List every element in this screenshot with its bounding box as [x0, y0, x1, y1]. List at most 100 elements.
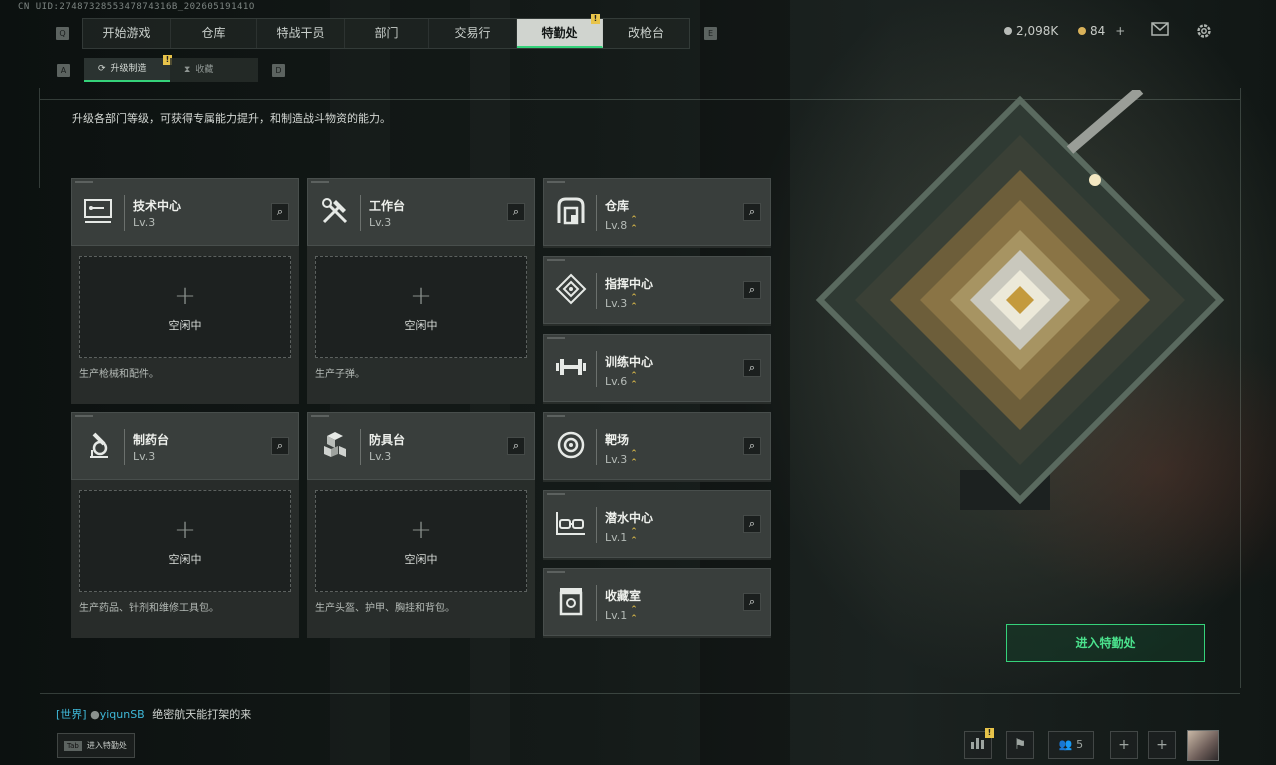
pharmacy-icon [82, 428, 116, 462]
subtab-prev-key[interactable]: A [57, 64, 70, 77]
nav-prev-key[interactable]: Q [56, 27, 69, 40]
search-icon[interactable]: ⌕ [507, 437, 525, 455]
header-divider [596, 507, 597, 543]
card-corner-mark [547, 493, 565, 495]
card-header[interactable]: 训练中心 Lv.6 ⌃ ⌃ ⌕ [543, 334, 771, 402]
card-corner-mark [547, 415, 565, 417]
search-icon[interactable]: ⌕ [743, 515, 761, 533]
chat-username[interactable]: yiqunSB [100, 708, 145, 721]
craft-slot-empty[interactable]: + 空闲中 [315, 490, 527, 592]
tab-trading[interactable]: 交易行 [429, 19, 517, 48]
tab-warehouse[interactable]: 仓库 [171, 19, 257, 48]
craft-slot-empty[interactable]: + 空闲中 [79, 256, 291, 358]
craft-icon: ⟳ [98, 64, 106, 74]
department-level: Lv.6 ⌃ ⌃ [605, 372, 638, 390]
upgrade-arrow-icon: ⌃ ⌃ [630, 527, 638, 546]
chat-message: 绝密航天能打架的来 [152, 708, 252, 721]
search-icon[interactable]: ⌕ [271, 203, 289, 221]
workbench-name: 技术中心 [133, 199, 182, 213]
search-icon[interactable]: ⌕ [743, 203, 761, 221]
department-card-diving-center[interactable]: 潜水中心 Lv.1 ⌃ ⌃ ⌕ [543, 490, 771, 560]
department-card-shooting-range[interactable]: 靶场 Lv.3 ⌃ ⌃ ⌕ [543, 412, 771, 482]
frame-line-left [39, 88, 40, 188]
tab-gunsmith[interactable]: 改枪台 [603, 19, 689, 48]
header-divider [596, 429, 597, 465]
tech-center-icon [82, 194, 116, 228]
tab-start-game[interactable]: 开始游戏 [83, 19, 171, 48]
world-chat-message[interactable]: [世界] ●yiqunSB 绝密航天能打架的来 [56, 706, 251, 722]
workbench-note: 生产头盔、护甲、胸挂和背包。 [315, 603, 455, 614]
friends-button[interactable]: 👥 5 [1048, 731, 1094, 759]
stats-alert-badge: ! [985, 728, 994, 738]
department-card-warehouse[interactable]: 仓库 Lv.8 ⌃ ⌃ ⌕ [543, 178, 771, 248]
craft-slot-empty[interactable]: + 空闲中 [315, 256, 527, 358]
card-header[interactable]: 工作台 Lv.3 ⌕ [307, 178, 535, 246]
card-header[interactable]: 制药台 Lv.3 ⌕ [71, 412, 299, 480]
workbench-card-pharmacy[interactable]: 制药台 Lv.3 ⌕ + 空闲中 生产药品、针剂和维修工具包。 [71, 412, 299, 638]
top-nav: 开始游戏 仓库 特战干员 部门 交易行 特勤处 ! 改枪台 [82, 14, 690, 49]
department-card-collection-room[interactable]: 收藏室 Lv.1 ⌃ ⌃ ⌕ [543, 568, 771, 638]
subtab-collection[interactable]: ⧗ 收藏 [170, 58, 258, 82]
card-header[interactable]: 收藏室 Lv.1 ⌃ ⌃ ⌕ [543, 568, 771, 636]
stats-icon[interactable]: ! [964, 728, 994, 759]
card-header[interactable]: 靶场 Lv.3 ⌃ ⌃ ⌕ [543, 412, 771, 480]
department-card-training-center[interactable]: 训练中心 Lv.6 ⌃ ⌃ ⌕ [543, 334, 771, 404]
add-teammate-button[interactable]: + [1148, 731, 1176, 759]
department-name: 收藏室 [605, 589, 642, 603]
special-ops-cube-artwork [810, 86, 1230, 510]
nav-next-key[interactable]: E [704, 27, 717, 40]
level-text: Lv.1 [605, 608, 628, 622]
workbench-level: Lv.3 [369, 450, 391, 463]
department-level: Lv.3 ⌃ ⌃ [605, 294, 638, 312]
slot-status: 空闲中 [404, 319, 438, 332]
tab-operators[interactable]: 特战干员 [257, 19, 345, 48]
search-icon[interactable]: ⌕ [507, 203, 525, 221]
level-text: Lv.3 [605, 452, 628, 466]
search-icon[interactable]: ⌕ [743, 359, 761, 377]
currency-tokens[interactable]: 84 + [1078, 24, 1125, 38]
enter-special-ops-button[interactable]: 进入特勤处 [1006, 624, 1205, 662]
subtab-next-key[interactable]: D [272, 64, 285, 77]
add-teammate-button[interactable]: + [1110, 731, 1138, 759]
level-text: Lv.1 [605, 530, 628, 544]
card-header[interactable]: 仓库 Lv.8 ⌃ ⌃ ⌕ [543, 178, 771, 246]
search-icon[interactable]: ⌕ [743, 281, 761, 299]
card-header[interactable]: 指挥中心 Lv.3 ⌃ ⌃ ⌕ [543, 256, 771, 324]
tab-shortcut-hint[interactable]: Tab 进入特勤处 [57, 733, 135, 758]
header-divider [124, 195, 125, 231]
card-corner-mark [547, 571, 565, 573]
workbench-level: Lv.3 [133, 450, 155, 463]
search-icon[interactable]: ⌕ [743, 437, 761, 455]
gear-icon[interactable] [1194, 22, 1214, 40]
flag-icon[interactable]: ⚑ [1006, 731, 1034, 759]
armor-bench-icon [318, 428, 352, 462]
card-header[interactable]: 潜水中心 Lv.1 ⌃ ⌃ ⌕ [543, 490, 771, 558]
header-divider [360, 429, 361, 465]
add-tokens-button[interactable]: + [1115, 24, 1125, 38]
search-icon[interactable]: ⌕ [743, 593, 761, 611]
token-amount: 84 [1090, 24, 1106, 38]
level-text: Lv.6 [605, 374, 628, 388]
card-header[interactable]: 技术中心 Lv.3 ⌕ [71, 178, 299, 246]
workbench-card-tech-center[interactable]: 技术中心 Lv.3 ⌕ + 空闲中 生产枪械和配件。 [71, 178, 299, 404]
training-center-icon [554, 350, 588, 384]
subtab-upgrade-craft[interactable]: ⟳ 升级制造 ! [84, 55, 172, 82]
avatar[interactable] [1187, 730, 1219, 761]
tab-special-ops[interactable]: 特勤处 ! [517, 14, 603, 48]
currency-coins[interactable]: 2,098K [1004, 24, 1058, 38]
workbench-name: 制药台 [133, 433, 170, 447]
mail-icon[interactable] [1150, 22, 1170, 40]
tab-hint-label: 进入特勤处 [86, 741, 127, 750]
card-corner-mark [311, 415, 329, 417]
plus-icon: + [410, 515, 432, 545]
card-header[interactable]: 防具台 Lv.3 ⌕ [307, 412, 535, 480]
hourglass-icon: ⧗ [184, 65, 191, 75]
plus-icon: + [174, 281, 196, 311]
department-card-command-center[interactable]: 指挥中心 Lv.3 ⌃ ⌃ ⌕ [543, 256, 771, 326]
search-icon[interactable]: ⌕ [271, 437, 289, 455]
game-screen: CN UID:2748732855347874316B_20260519141O… [0, 0, 1276, 765]
workbench-card-workbench[interactable]: 工作台 Lv.3 ⌕ + 空闲中 生产子弹。 [307, 178, 535, 404]
craft-slot-empty[interactable]: + 空闲中 [79, 490, 291, 592]
tab-departments[interactable]: 部门 [345, 19, 429, 48]
workbench-card-armor[interactable]: 防具台 Lv.3 ⌕ + 空闲中 生产头盔、护甲、胸挂和背包。 [307, 412, 535, 638]
